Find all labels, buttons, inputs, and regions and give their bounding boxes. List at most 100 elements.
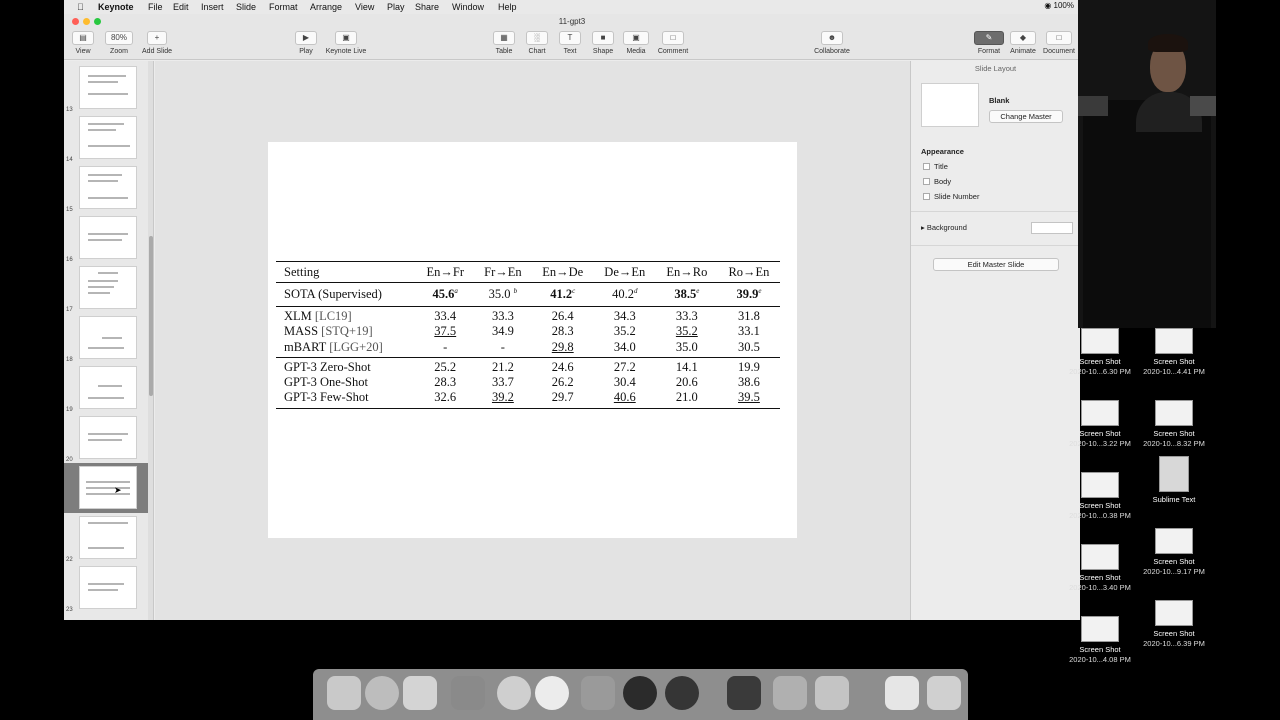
menu-play[interactable]: Play (387, 2, 405, 12)
desktop-file-icon[interactable]: Screen Shot 2020-10...3.40 PM (1060, 544, 1140, 593)
add-slide-button[interactable]: + Add Slide (140, 31, 174, 55)
body-checkbox[interactable]: Body (923, 177, 951, 186)
file-thumbnail (1081, 544, 1119, 570)
change-master-button[interactable]: Change Master (989, 110, 1063, 123)
text-button[interactable]: T Text (556, 31, 584, 55)
trash-icon[interactable] (927, 676, 961, 710)
menu-insert[interactable]: Insert (201, 2, 224, 12)
slide-thumbnail[interactable]: 18 (64, 313, 148, 363)
table-cell: 25.2 (434, 359, 457, 374)
menu-share[interactable]: Share (415, 2, 439, 12)
apple-icon[interactable]:  (77, 2, 84, 12)
table-row: XLM [LC19] 33.4 33.3 26.4 34.3 33.3 31.8 (276, 307, 780, 325)
desktop-file-icon[interactable]: Screen Shot 2020-10...6.30 PM (1060, 328, 1140, 377)
slide[interactable]: Setting En→Fr Fr→En En→De De→En En→Ro Ro… (268, 142, 797, 538)
plus-icon: + (147, 31, 167, 45)
menu-view[interactable]: View (355, 2, 374, 12)
animate-tab[interactable]: ◆ Animate (1006, 31, 1040, 55)
slide-thumbnail[interactable]: 19 (64, 363, 148, 413)
comment-button[interactable]: □ Comment (655, 31, 691, 55)
table-row: MASS [STQ+19] 37.5 34.9 28.3 35.2 35.2 3… (276, 324, 780, 340)
title-checkbox[interactable]: Title (923, 162, 948, 171)
media-label: Media (626, 48, 646, 55)
document-tab[interactable]: □ Document (1040, 31, 1078, 55)
desktop-file-icon[interactable]: Screen Shot 2020-10...9.17 PM (1134, 528, 1214, 577)
thumbnail-image (79, 216, 137, 259)
launchpad-icon[interactable] (365, 676, 399, 710)
background-disclosure[interactable]: ▸ Background (921, 223, 967, 232)
vscode-icon[interactable] (581, 676, 615, 710)
table-cell: 33.1 (738, 324, 760, 339)
menu-app-name[interactable]: Keynote (98, 2, 134, 12)
slide-thumbnail[interactable]: 15 (64, 163, 148, 213)
menu-edit[interactable]: Edit (173, 2, 189, 12)
keynote-icon[interactable] (403, 676, 437, 710)
slide-thumbnail[interactable]: 20 (64, 413, 148, 463)
menu-file[interactable]: File (148, 2, 163, 12)
slide-number-checkbox[interactable]: Slide Number (923, 192, 979, 201)
view-label: View (75, 48, 91, 55)
scroll-knob[interactable] (149, 236, 153, 396)
collaborate-button[interactable]: ☻ Collaborate (810, 31, 854, 55)
background-color-well[interactable] (1031, 222, 1073, 234)
table-icon: ▦ (493, 31, 515, 45)
row-label: mBART [LGG+20] (276, 339, 417, 358)
desktop-file-icon[interactable]: Screen Shot 2020-10...0.38 PM (1060, 472, 1140, 521)
sublime-icon[interactable] (727, 676, 761, 710)
slide-thumbnail[interactable]: 22 (64, 513, 148, 563)
text-icon: T (559, 31, 581, 45)
zoom-menu[interactable]: 80% Zoom (104, 31, 134, 55)
background-label: Background (926, 223, 967, 232)
slide-thumbnail[interactable]: 14 (64, 113, 148, 163)
desktop-file-icon[interactable]: Screen Shot 2020-10...4.41 PM (1134, 328, 1214, 377)
slide-thumbnail-selected[interactable]: ➤ (64, 463, 148, 513)
desktop-file-icon[interactable]: Screen Shot 2020-10...4.08 PM (1060, 616, 1140, 665)
file-name: Screen Shot (1079, 501, 1121, 510)
layout-preview[interactable] (921, 83, 979, 127)
document-icon[interactable] (885, 676, 919, 710)
slide-thumbnail[interactable]: 13 (64, 63, 148, 113)
format-tab[interactable]: ✎ Format (972, 31, 1006, 55)
menu-window[interactable]: Window (452, 2, 484, 12)
zoom-icon[interactable] (815, 676, 849, 710)
system-preferences-icon[interactable] (451, 676, 485, 710)
desktop-file-icon[interactable]: Screen Shot 2020-10...3.22 PM (1060, 400, 1140, 449)
table-cell: 30.5 (717, 339, 780, 358)
wifi-icon[interactable]: ◉ (1044, 1, 1051, 10)
table-cell: 29.7 (531, 390, 594, 409)
slide-thumbnail[interactable]: 23 (64, 563, 148, 613)
table-button[interactable]: ▦ Table (490, 31, 518, 55)
play-button[interactable]: ▶ Play (292, 31, 320, 55)
slide-thumbnail[interactable]: 17 (64, 263, 148, 313)
keynote-live-button[interactable]: ▣ Keynote Live (324, 31, 368, 55)
slide-thumbnail[interactable]: 16 (64, 213, 148, 263)
view-button[interactable]: ▤ View (68, 31, 98, 55)
finder-icon[interactable] (327, 676, 361, 710)
spotify-icon[interactable] (665, 676, 699, 710)
battery-level[interactable]: 100% (1054, 1, 1074, 10)
edit-master-slide-button[interactable]: Edit Master Slide (933, 258, 1059, 271)
checkbox-box (923, 178, 930, 185)
menu-format[interactable]: Format (269, 2, 298, 12)
table-cell: 41.2c (531, 282, 594, 307)
media-button[interactable]: ▣ Media (621, 31, 651, 55)
preview-icon[interactable] (773, 676, 807, 710)
sublime-text-app-icon[interactable]: Sublime Text (1134, 456, 1214, 505)
play-label: Play (299, 48, 313, 55)
obs-icon[interactable] (623, 676, 657, 710)
person-torso (1083, 100, 1211, 328)
table-cell: 35.0 (655, 339, 718, 358)
navigator-scrollbar[interactable] (148, 61, 153, 620)
chrome-icon[interactable] (497, 676, 531, 710)
file-name: Screen Shot (1153, 357, 1195, 366)
menu-help[interactable]: Help (498, 2, 517, 12)
menu-arrange[interactable]: Arrange (310, 2, 342, 12)
slack-icon[interactable] (535, 676, 569, 710)
desktop-file-icon[interactable]: Screen Shot 2020-10...8.32 PM (1134, 400, 1214, 449)
menu-slide[interactable]: Slide (236, 2, 256, 12)
table-cell: 40.6 (593, 390, 656, 409)
person-hair (1148, 34, 1188, 52)
chart-button[interactable]: ░ Chart (523, 31, 551, 55)
shape-button[interactable]: ■ Shape (589, 31, 617, 55)
desktop-file-icon[interactable]: Screen Shot 2020-10...6.39 PM (1134, 600, 1214, 649)
